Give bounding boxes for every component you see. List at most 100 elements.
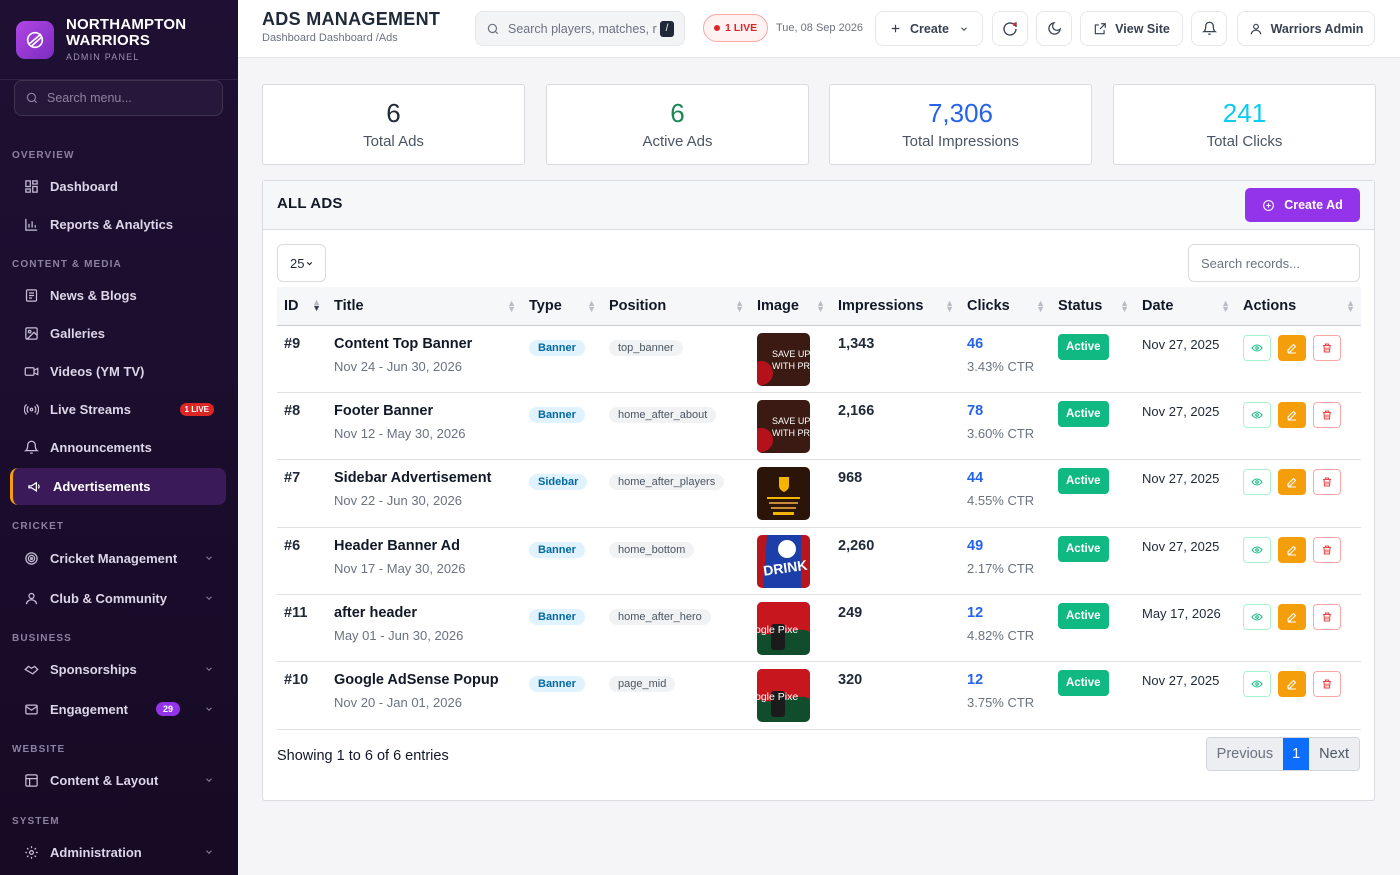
ad-type-badge: Banner: [529, 541, 585, 558]
dark-mode-toggle[interactable]: [1036, 11, 1072, 46]
column-header-clicks[interactable]: Clicks ▲ ▼: [960, 287, 1051, 326]
user-name: Warriors Admin: [1270, 21, 1364, 36]
sidebar-item-sponsorships[interactable]: Sponsorships: [10, 651, 226, 687]
cell-position: home_after_players: [602, 459, 750, 528]
sidebar-item-videos[interactable]: Videos (YM TV): [10, 353, 226, 389]
sidebar-search-input[interactable]: Search menu...: [14, 80, 223, 116]
column-header-type[interactable]: Type ▲ ▼: [522, 287, 602, 326]
sidebar-item-advertisements[interactable]: Advertisements: [10, 468, 226, 505]
delete-ad-button[interactable]: [1313, 334, 1341, 361]
svg-text:SAVE UP: SAVE UP: [772, 416, 810, 426]
megaphone-icon: [25, 478, 43, 496]
top-bar: ADS MANAGEMENT Dashboard Dashboard /Ads …: [238, 0, 1400, 58]
edit-ad-button[interactable]: [1278, 334, 1306, 361]
cell-type: Banner: [522, 527, 602, 596]
sidebar-item-label: Sponsorships: [50, 661, 137, 677]
edit-ad-button[interactable]: [1278, 469, 1306, 496]
view-ad-button[interactable]: [1243, 536, 1271, 563]
global-search-input[interactable]: Search players, matches, r /: [475, 11, 685, 46]
ad-thumbnail-image[interactable]: ogle Pixe: [757, 669, 810, 723]
delete-ad-button[interactable]: [1313, 671, 1341, 698]
edit-ad-button[interactable]: [1278, 671, 1306, 698]
delete-ad-button[interactable]: [1313, 604, 1341, 631]
view-ad-button[interactable]: [1243, 334, 1271, 361]
search-icon: [26, 92, 38, 104]
stat-value: 7,306: [927, 98, 994, 128]
external-link-icon: [1094, 22, 1106, 34]
sidebar-item-club-community[interactable]: Club & Community: [10, 580, 226, 616]
records-search-input[interactable]: Search records...: [1188, 244, 1360, 282]
cell-impressions: 2,166: [831, 392, 960, 461]
stat-card-total-clicks: 241 Total Clicks: [1113, 84, 1376, 165]
brand-subtitle: ADMIN PANEL: [66, 52, 140, 62]
live-indicator[interactable]: 1 LIVE: [703, 14, 769, 42]
sidebar-item-dashboard[interactable]: Dashboard: [10, 168, 226, 204]
column-header-impressions[interactable]: Impressions ▲ ▼: [831, 287, 960, 326]
view-ad-button[interactable]: [1243, 401, 1271, 428]
ad-thumbnail-image[interactable]: ogle Pixe: [757, 602, 810, 656]
notifications-button[interactable]: [1191, 11, 1227, 46]
cell-actions: [1236, 661, 1361, 730]
ad-thumbnail-image[interactable]: SAVE UP WITH PR: [757, 332, 810, 386]
ad-thumbnail-image[interactable]: SAVE UP WITH PR: [757, 399, 810, 453]
delete-ad-button[interactable]: [1313, 469, 1341, 496]
sidebar-item-administration[interactable]: Administration: [10, 834, 226, 870]
cell-image: [750, 459, 831, 528]
per-page-select[interactable]: 25: [277, 244, 326, 282]
ad-type-badge: Banner: [529, 339, 585, 356]
pencil-icon: [1287, 343, 1297, 354]
sidebar-item-live-streams[interactable]: Live Streams 1 LIVE: [10, 391, 226, 427]
column-header-date[interactable]: Date ▲ ▼: [1135, 287, 1236, 326]
table-row: #11 after header May 01 - Jun 30, 2026 Bann…: [277, 594, 1361, 663]
sidebar-item-reports[interactable]: Reports & Analytics: [10, 206, 226, 242]
view-site-button[interactable]: View Site: [1080, 11, 1183, 46]
trash-icon: [1323, 545, 1331, 555]
pencil-icon: [1287, 545, 1297, 556]
view-ad-button[interactable]: [1243, 604, 1271, 631]
sidebar-item-cricket-management[interactable]: Cricket Management: [10, 540, 226, 576]
sidebar-item-label: Live Streams: [50, 401, 131, 417]
sidebar-item-engagement[interactable]: Engagement 29: [10, 691, 226, 727]
breadcrumb-item[interactable]: Dashboard: [319, 32, 373, 44]
edit-ad-button[interactable]: [1278, 536, 1306, 563]
global-search-placeholder: Search players, matches, r: [508, 21, 657, 36]
edit-ad-button[interactable]: [1278, 604, 1306, 631]
ad-created-date: Nov 27, 2025: [1142, 403, 1220, 419]
cell-clicks: 49 2.17% CTR: [960, 527, 1051, 596]
ad-thumbnail-image[interactable]: DRINK: [757, 534, 810, 588]
view-ad-button[interactable]: [1243, 469, 1271, 496]
delete-ad-button[interactable]: [1313, 536, 1341, 563]
column-header-position[interactable]: Position ▲ ▼: [602, 287, 750, 326]
edit-ad-button[interactable]: [1278, 401, 1306, 428]
ad-title: Header Banner Ad: [334, 537, 460, 554]
column-header-id[interactable]: ID ▲ ▼: [277, 287, 327, 326]
cell-date: Nov 27, 2025: [1135, 392, 1236, 461]
previous-page-button[interactable]: Previous: [1206, 738, 1284, 770]
sidebar-item-news[interactable]: News & Blogs: [10, 277, 226, 313]
next-page-button[interactable]: Next: [1309, 738, 1359, 770]
column-header-image[interactable]: Image ▲ ▼: [750, 287, 831, 326]
handshake-icon: [22, 660, 40, 678]
column-header-actions[interactable]: Actions ▲ ▼: [1236, 287, 1361, 326]
ad-impressions: 249: [838, 605, 863, 622]
create-dropdown-button[interactable]: Create: [875, 11, 983, 46]
create-ad-label: Create Ad: [1284, 198, 1343, 212]
sidebar-item-galleries[interactable]: Galleries: [10, 315, 226, 351]
ad-id: #11: [284, 605, 308, 622]
user-menu-button[interactable]: Warriors Admin: [1237, 11, 1375, 46]
view-ad-button[interactable]: [1243, 671, 1271, 698]
column-header-status[interactable]: Status ▲ ▼: [1051, 287, 1135, 326]
breadcrumb-item[interactable]: Dashboard: [262, 32, 316, 44]
ad-created-date: Nov 27, 2025: [1142, 471, 1220, 487]
ad-position-badge: home_bottom: [609, 541, 695, 558]
ad-id: #10: [284, 672, 309, 689]
cell-date: Nov 27, 2025: [1135, 459, 1236, 528]
messages-button[interactable]: [992, 11, 1028, 46]
create-ad-button[interactable]: Create Ad: [1245, 188, 1360, 222]
column-header-title[interactable]: Title ▲ ▼: [327, 287, 522, 326]
delete-ad-button[interactable]: [1313, 401, 1341, 428]
sidebar-item-content-layout[interactable]: Content & Layout: [10, 762, 226, 798]
page-1-button[interactable]: 1: [1283, 738, 1310, 770]
ad-thumbnail-image[interactable]: [757, 467, 810, 521]
sidebar-item-announcements[interactable]: Announcements: [10, 429, 226, 465]
